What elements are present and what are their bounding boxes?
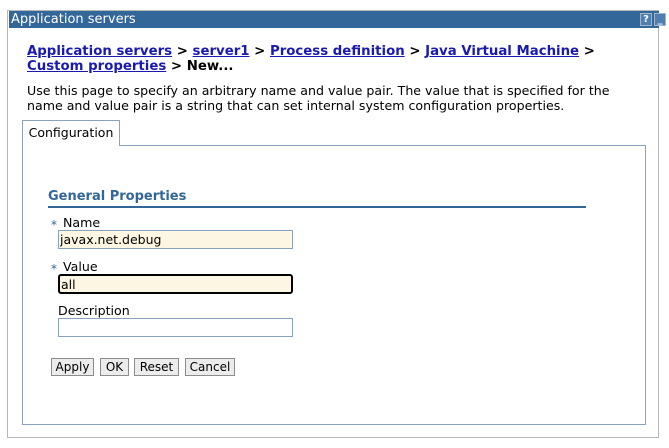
help-icon[interactable]: ? [640,13,652,26]
name-input[interactable] [58,230,293,249]
required-marker: * [51,218,57,232]
reset-button[interactable]: Reset [134,358,179,376]
required-marker: * [51,262,57,276]
breadcrumb-link-java-virtual-machine[interactable]: Java Virtual Machine [425,44,579,59]
breadcrumb-separator: > [254,44,266,59]
breadcrumb-separator: > [409,44,421,59]
breadcrumb-separator: > [176,44,188,59]
description-label: Description [58,303,130,318]
section-title: General Properties [48,189,586,208]
window-title: Application servers [11,12,136,27]
breadcrumb-link-custom-properties[interactable]: Custom properties [27,59,166,74]
page-description: Use this page to specify an arbitrary na… [27,83,610,113]
value-input[interactable] [58,274,293,294]
breadcrumb-separator: > [583,44,595,59]
name-label: Name [63,215,101,230]
tab-configuration[interactable]: Configuration [22,120,120,146]
value-label: Value [63,259,98,274]
breadcrumb: Application servers > server1 > Process … [27,44,627,74]
apply-button[interactable]: Apply [51,358,94,376]
minimize-icon[interactable]: _ [654,13,666,26]
ok-button[interactable]: OK [100,358,129,376]
breadcrumb-link-application-servers[interactable]: Application servers [27,44,172,59]
breadcrumb-separator: > [170,59,183,74]
description-input[interactable] [58,318,293,337]
cancel-button[interactable]: Cancel [185,358,235,376]
breadcrumb-current: New... [186,59,234,74]
title-bar: Application servers ? _ [9,11,666,28]
breadcrumb-link-server1[interactable]: server1 [193,44,250,59]
breadcrumb-link-process-definition[interactable]: Process definition [270,44,405,59]
